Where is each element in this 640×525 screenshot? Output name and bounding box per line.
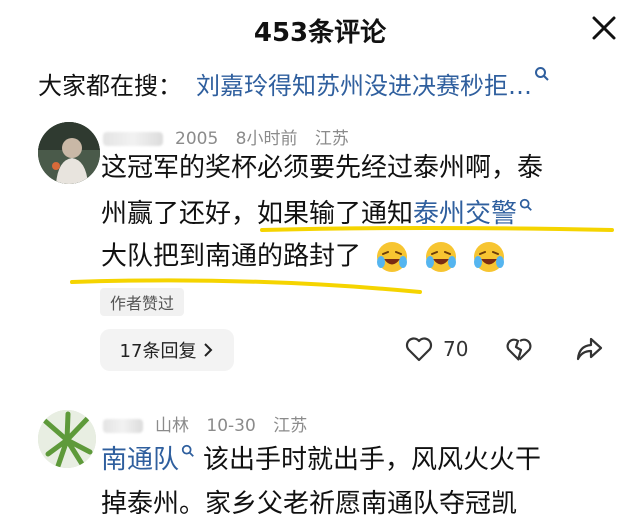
comment-text-line: 南通队 该出手时就出手，风风火火干	[101, 444, 541, 476]
username[interactable]: 山林	[155, 416, 189, 436]
reply-count-label: 17条回复	[119, 341, 197, 362]
timestamp: 10-30	[206, 416, 256, 436]
avatar[interactable]	[38, 410, 96, 468]
close-button[interactable]	[586, 10, 622, 46]
comment-text: 大队把到南通的路封了	[101, 241, 362, 272]
broken-heart-icon	[506, 338, 532, 361]
search-suggestion[interactable]: 大家都在搜： 刘嘉玲得知苏州没进决赛秒拒…	[38, 66, 628, 110]
comment-text-line: 掉泰州。家乡父老祈愿南通队夺冠凯	[101, 489, 518, 519]
view-replies-button[interactable]: 17条回复	[100, 329, 234, 371]
dislike-button[interactable]	[505, 336, 533, 362]
laughing-crying-emoji-icon	[377, 242, 408, 272]
comment-text-line: 大队把到南通的路封了	[101, 240, 506, 274]
location: 江苏	[273, 416, 308, 436]
comment-text: 该出手时就出手，风风火火干	[203, 445, 542, 475]
like-count: 70	[443, 337, 469, 361]
page-title: 453条评论	[253, 18, 387, 48]
keyword-link[interactable]: 泰州交警	[413, 199, 517, 229]
avatar[interactable]	[38, 122, 100, 184]
like-button[interactable]: 70	[405, 336, 468, 362]
keyword-link[interactable]: 南通队	[101, 445, 179, 475]
chevron-right-icon	[204, 343, 213, 357]
avatar-image	[38, 410, 96, 468]
laughing-crying-emoji-icon	[425, 242, 456, 272]
laughing-crying-emoji-icon	[473, 242, 504, 272]
search-query-link[interactable]: 刘嘉玲得知苏州没进决赛秒拒…	[196, 72, 532, 100]
search-icon	[519, 198, 532, 211]
avatar-image	[38, 122, 100, 184]
comment-text: 州赢了还好，如果输了通知	[101, 199, 414, 229]
blurred-username	[103, 419, 143, 433]
share-icon	[576, 337, 603, 361]
comment-text-line: 这冠军的奖杯必须要先经过泰州啊，泰	[101, 153, 544, 183]
blurred-username	[103, 132, 163, 146]
search-icon	[535, 67, 549, 81]
username[interactable]: 2005	[175, 129, 218, 149]
comment-text-line: 州赢了还好，如果输了通知泰州交警	[101, 198, 533, 230]
comment-meta: 2005 8小时前 江苏	[103, 124, 361, 149]
search-prefix: 大家都在搜：	[38, 72, 182, 100]
share-button[interactable]	[575, 336, 603, 362]
heart-icon	[405, 337, 433, 362]
location: 江苏	[314, 129, 349, 149]
comment-meta: 山林 10-30 江苏	[103, 411, 319, 436]
search-icon	[181, 444, 194, 457]
close-icon	[592, 16, 616, 40]
timestamp: 8小时前	[235, 129, 298, 149]
author-liked-badge: 作者赞过	[100, 288, 185, 316]
